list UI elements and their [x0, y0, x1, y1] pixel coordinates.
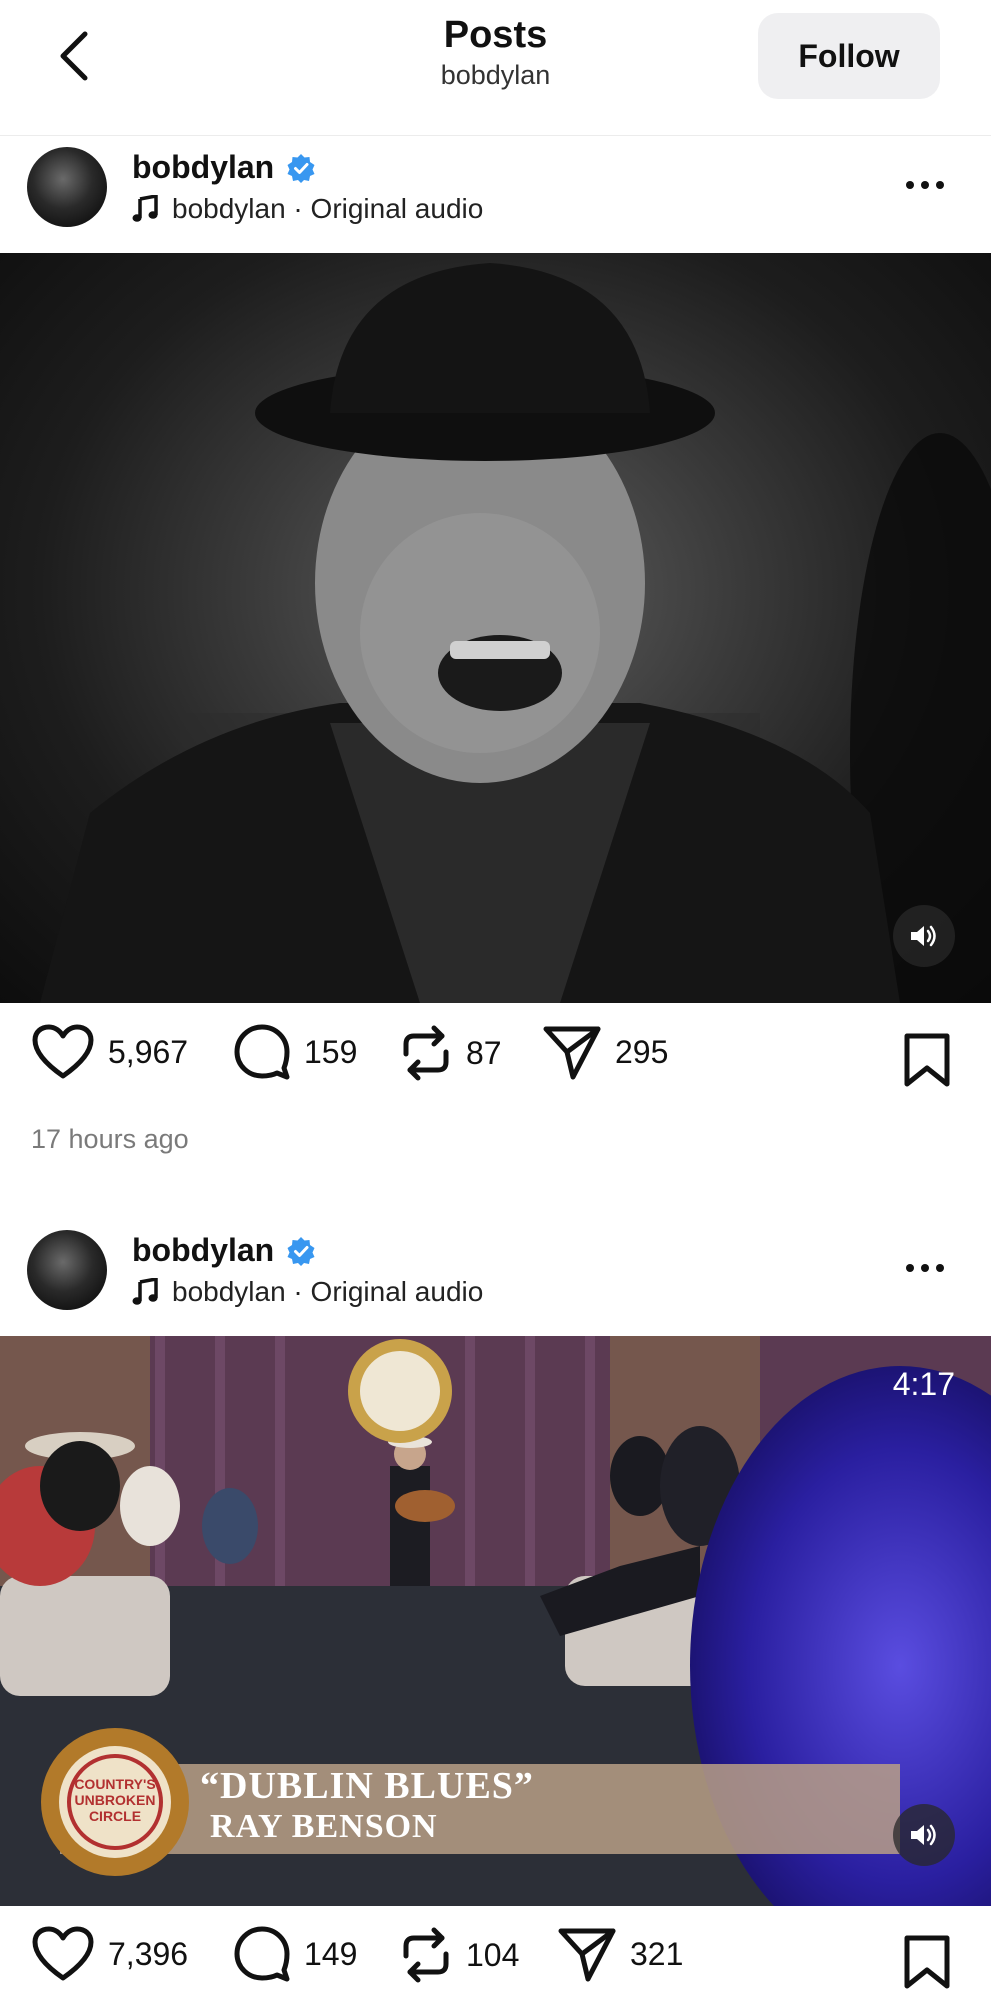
audio-row[interactable]: bobdylan · Original audio — [132, 1276, 483, 1308]
like-count: 5,967 — [108, 1033, 189, 1070]
post-actions: 7,396 149 104 321 — [0, 1926, 991, 2000]
share-button[interactable]: 321 — [558, 1926, 683, 1982]
bookmark-icon — [904, 1033, 950, 1087]
comment-count: 149 — [304, 1935, 358, 1972]
heart-icon — [32, 1926, 94, 1981]
save-button[interactable] — [903, 1934, 951, 1995]
bookmark-icon — [904, 1935, 950, 1989]
comment-button[interactable]: 159 — [234, 1024, 357, 1080]
comment-icon — [234, 1024, 290, 1080]
audio-row[interactable]: bobdylan · Original audio — [132, 193, 483, 225]
post-video[interactable]: 4:17 COUNTRY'S UNBROKEN CIRCLE “DUBLIN B… — [0, 1336, 991, 1906]
repost-count: 87 — [466, 1034, 502, 1071]
video-duration: 4:17 — [892, 1366, 955, 1402]
avatar[interactable] — [27, 1230, 107, 1310]
repost-button[interactable]: 87 — [400, 1024, 502, 1082]
username[interactable]: bobdylan — [132, 149, 274, 186]
caption-line-1: “DUBLIN BLUES” — [200, 1765, 534, 1807]
verified-badge-icon — [287, 1236, 315, 1266]
post-header: bobdylan bobdylan · Original audio — [0, 1220, 991, 1336]
comment-button[interactable]: 149 — [234, 1926, 357, 1982]
follow-button[interactable]: Follow — [758, 13, 940, 99]
audio-label: bobdylan · Original audio — [172, 193, 484, 224]
video-still — [40, 263, 991, 1003]
music-note-icon — [132, 1278, 158, 1305]
avatar[interactable] — [27, 147, 107, 227]
repost-count: 104 — [466, 1936, 520, 1973]
author-row: bobdylan — [132, 149, 316, 186]
repost-icon — [403, 1025, 449, 1081]
save-button[interactable] — [903, 1032, 951, 1093]
post-timestamp: 17 hours ago — [31, 1124, 189, 1154]
more-options-button[interactable] — [895, 1248, 955, 1288]
music-note-icon — [132, 195, 158, 222]
post-header: bobdylan bobdylan · Original audio — [0, 137, 991, 253]
repost-button[interactable]: 104 — [400, 1926, 519, 1984]
post-video[interactable] — [0, 253, 991, 1003]
speaker-icon — [911, 925, 936, 947]
more-options-button[interactable] — [895, 165, 955, 205]
mute-button[interactable] — [893, 1804, 955, 1866]
verified-badge-icon — [287, 153, 315, 183]
top-bar: Posts bobdylan Follow — [0, 0, 991, 136]
show-badge-text: COUNTRY'S UNBROKEN CIRCLE — [74, 1776, 156, 1824]
mute-button[interactable] — [893, 905, 955, 967]
like-button[interactable]: 7,396 — [32, 1926, 188, 1982]
share-count: 321 — [630, 1935, 684, 1972]
username[interactable]: bobdylan — [132, 1232, 274, 1269]
like-button[interactable]: 5,967 — [32, 1024, 188, 1080]
like-count: 7,396 — [108, 1935, 189, 1972]
speaker-icon — [911, 1824, 936, 1846]
heart-icon — [32, 1024, 94, 1079]
send-icon — [543, 1026, 601, 1080]
audio-label: bobdylan · Original audio — [172, 1276, 484, 1307]
author-row: bobdylan — [132, 1232, 316, 1269]
send-icon — [558, 1928, 616, 1982]
share-count: 295 — [615, 1033, 669, 1070]
comment-count: 159 — [304, 1033, 358, 1070]
post-actions: 5,967 159 87 295 — [0, 1024, 991, 1104]
comment-icon — [234, 1926, 290, 1982]
more-horizontal-icon — [906, 181, 944, 189]
repost-icon — [403, 1927, 449, 1983]
caption-line-2: RAY BENSON — [210, 1808, 438, 1845]
more-horizontal-icon — [906, 1264, 944, 1272]
share-button[interactable]: 295 — [543, 1024, 668, 1080]
